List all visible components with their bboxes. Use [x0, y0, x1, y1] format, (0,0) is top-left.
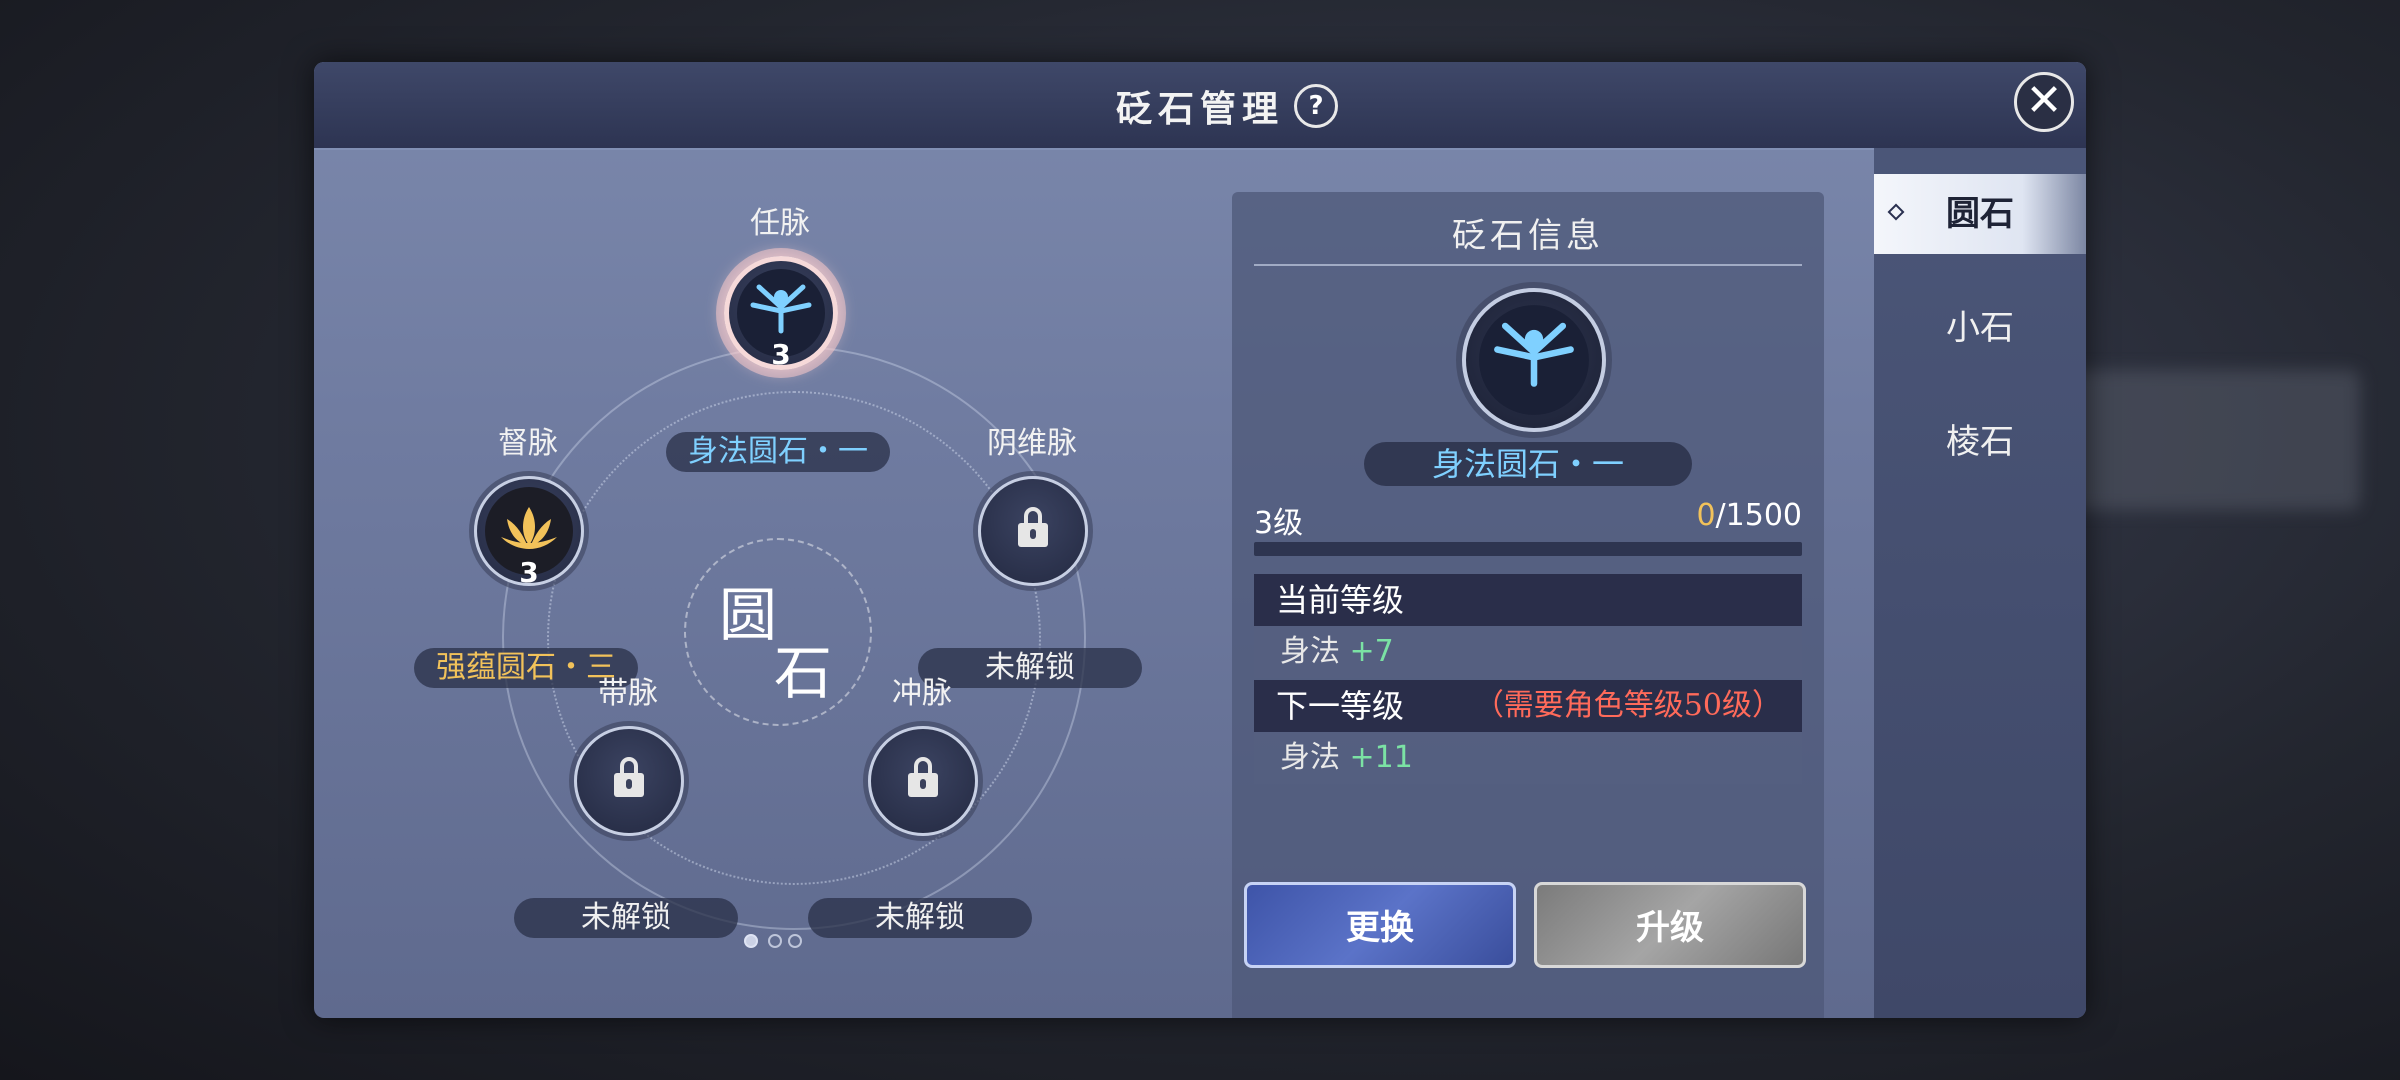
meridian-label-du: 督脉	[498, 426, 558, 461]
exp-progress-bar	[1254, 542, 1802, 556]
background-blur	[2060, 370, 2360, 510]
tab-label: 棱石	[1946, 422, 2014, 462]
meridian-label-chong: 冲脉	[892, 676, 952, 711]
panel-title: 砭石管理	[1115, 88, 1284, 130]
meridian-ring-area: 圆 石 任脉 3 身法圆石・一 督脉 3 强蕴圆石・三 阴维脉 未解锁 带脉 未…	[314, 148, 1214, 1018]
figure-icon	[1479, 305, 1589, 415]
meridian-label-yinwei: 阴维脉	[987, 426, 1077, 461]
lock-icon	[1018, 507, 1048, 553]
title-bar: 砭石管理 ? ✕	[314, 62, 2086, 150]
stone-info-card: 砭石信息 身法圆石・一 3级 0/1500 当前等级 身法 +7 下一等级 （需…	[1232, 192, 1824, 1018]
stone-type-tabs: 圆石 小石 棱石	[1874, 148, 2086, 1018]
stone-name-chong: 未解锁	[808, 898, 1032, 938]
stone-slot-chong[interactable]	[868, 726, 978, 836]
current-stat-value: +7	[1349, 634, 1394, 669]
current-stat-name: 身法	[1280, 634, 1340, 669]
meridian-label-ren: 任脉	[750, 206, 810, 241]
exp-total: /1500	[1715, 498, 1802, 533]
stone-name-dai: 未解锁	[514, 898, 738, 938]
stone-level-ren: 3	[771, 338, 791, 371]
next-level-header: 下一等级	[1276, 687, 1405, 725]
next-stat-value: +11	[1349, 740, 1413, 775]
close-button[interactable]: ✕	[2014, 72, 2074, 132]
stone-name-ren: 身法圆石・一	[666, 432, 890, 472]
tab-label: 小石	[1946, 308, 2014, 348]
center-title-char-2: 石	[774, 639, 833, 707]
next-level-header-row: 下一等级 （需要角色等级50级）	[1254, 680, 1802, 732]
stone-management-panel: 砭石管理 ? ✕ 圆 石 任脉 3 身法圆石・一 督脉 3 强蕴圆石・三 阴维脉…	[314, 62, 2086, 1018]
lock-icon	[614, 757, 644, 803]
center-title-char-1: 圆	[719, 581, 778, 649]
stone-slot-yinwei[interactable]	[978, 476, 1088, 586]
selected-stone-icon	[1462, 288, 1606, 432]
upgrade-button[interactable]: 升级	[1534, 882, 1806, 968]
lock-icon	[908, 757, 938, 803]
level-row: 3级 0/1500	[1254, 492, 1802, 541]
stone-slot-ren[interactable]: 3	[724, 256, 838, 371]
stone-level-du: 3	[519, 556, 539, 589]
level-label: 3级	[1254, 506, 1304, 541]
selected-stone-name: 身法圆石・一	[1364, 442, 1692, 486]
tab-round-stone[interactable]: 圆石	[1874, 174, 2086, 254]
current-stat-row: 身法 +7	[1254, 626, 1802, 678]
stone-slot-dai[interactable]	[574, 726, 684, 836]
exp-readout: 0/1500	[1696, 498, 1802, 533]
next-level-requirement: （需要角色等级50级）	[1473, 688, 1782, 723]
meridian-label-dai: 带脉	[598, 676, 658, 711]
divider	[1254, 264, 1802, 266]
tab-small-stone[interactable]: 小石	[1874, 288, 2086, 368]
next-stat-row: 身法 +11	[1254, 732, 1802, 784]
help-icon[interactable]: ?	[1294, 84, 1338, 128]
ring-page-indicator	[744, 930, 824, 950]
tab-prism-stone[interactable]: 棱石	[1874, 402, 2086, 482]
exp-current: 0	[1696, 498, 1716, 533]
change-button[interactable]: 更换	[1244, 882, 1516, 968]
current-level-header: 当前等级	[1254, 574, 1802, 626]
active-tab-marker-icon	[1887, 203, 1905, 221]
info-title: 砭石信息	[1452, 216, 1604, 256]
tab-label: 圆石	[1946, 194, 2014, 234]
next-stat-name: 身法	[1280, 740, 1340, 775]
stone-slot-du[interactable]: 3	[474, 476, 584, 589]
